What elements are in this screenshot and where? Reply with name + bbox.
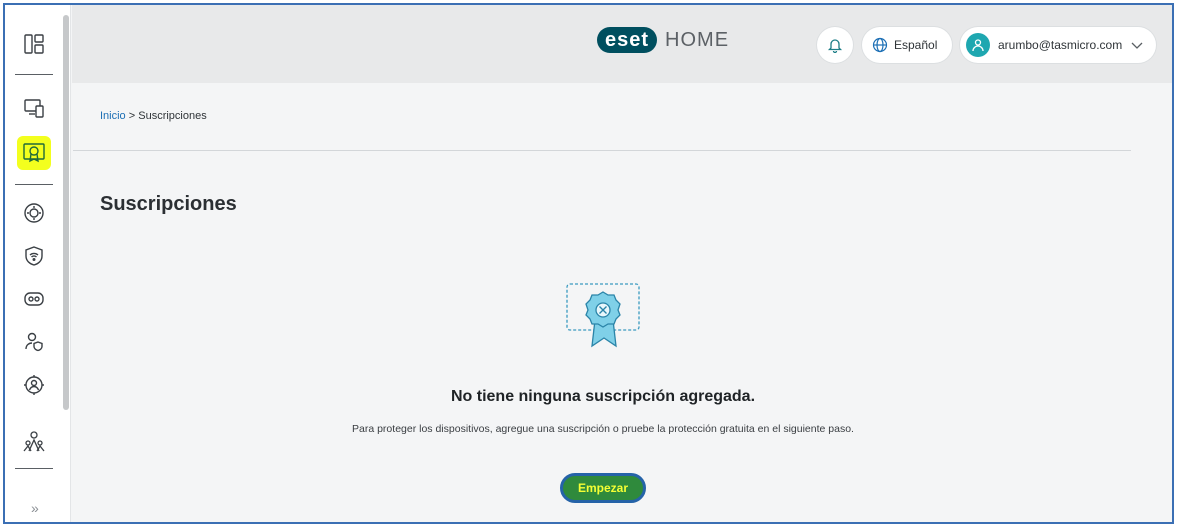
- avatar: [966, 33, 990, 57]
- user-shield-icon[interactable]: [17, 325, 51, 359]
- eset-home-logo[interactable]: eset HOME: [597, 27, 729, 53]
- empty-state-title: No tiene ninguna suscripción agregada.: [450, 388, 756, 405]
- top-header: eset HOME Español arumbo@tasmicro.com: [72, 5, 1172, 83]
- language-selector[interactable]: Español: [862, 27, 952, 63]
- logo-home-text: HOME: [665, 28, 730, 51]
- content-divider: [73, 150, 1131, 151]
- breadcrumb-separator: >: [128, 110, 136, 122]
- sidebar-divider: [15, 468, 53, 469]
- app-window: » eset HOME Español arumbo@tasmicro.com …: [3, 3, 1174, 524]
- expand-sidebar-icon[interactable]: »: [31, 500, 39, 516]
- certificate-icon: [566, 283, 640, 348]
- user-icon: [972, 39, 984, 52]
- globe-icon: [872, 37, 888, 53]
- password-manager-icon[interactable]: [17, 282, 51, 316]
- sidebar-divider: [15, 74, 53, 75]
- security-settings-icon[interactable]: [17, 196, 51, 230]
- empty-subscription-illustration: [565, 282, 643, 357]
- sidebar-scrollbar[interactable]: [63, 15, 69, 410]
- subscriptions-icon[interactable]: [17, 136, 51, 170]
- anti-theft-icon[interactable]: [17, 368, 51, 402]
- bell-icon: [827, 39, 843, 53]
- notifications-button[interactable]: [817, 27, 853, 63]
- sidebar-divider: [15, 184, 53, 185]
- chevron-down-icon: [1131, 42, 1143, 49]
- breadcrumb: Inicio > Suscripciones: [100, 110, 207, 122]
- page-title: Suscripciones: [100, 193, 237, 215]
- wifi-shield-icon[interactable]: [17, 239, 51, 273]
- language-label: Español: [894, 38, 938, 52]
- start-button[interactable]: Empezar: [560, 473, 646, 503]
- user-menu[interactable]: arumbo@tasmicro.com: [960, 27, 1156, 63]
- dashboard-icon[interactable]: [17, 27, 51, 61]
- sidebar: »: [5, 5, 71, 522]
- user-email: arumbo@tasmicro.com: [998, 38, 1123, 52]
- family-icon[interactable]: [17, 425, 51, 459]
- eset-logo-badge: eset: [597, 27, 658, 53]
- empty-state-description: Para proteger los dispositivos, agregue …: [352, 423, 854, 435]
- breadcrumb-current: Suscripciones: [138, 110, 207, 122]
- devices-icon[interactable]: [17, 91, 51, 125]
- breadcrumb-home-link[interactable]: Inicio: [100, 110, 126, 122]
